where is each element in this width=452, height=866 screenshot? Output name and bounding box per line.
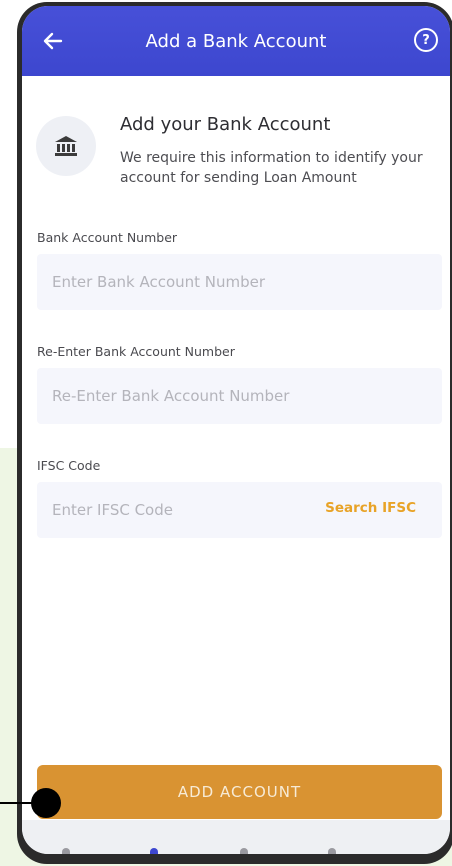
reenter-account-number-label: Re-Enter Bank Account Number [37,344,235,359]
intro-section: Add your Bank Account We require this in… [36,106,446,216]
reenter-account-number-field[interactable] [37,368,442,424]
account-number-field[interactable] [37,254,442,310]
system-nav-bar [22,820,450,854]
help-circle-icon[interactable]: ? [414,28,438,52]
nav-indicator [240,848,248,854]
phone-frame: Add a Bank Account ? Add your Bank Accou… [17,2,452,864]
app-bar: Add a Bank Account ? [22,6,450,76]
ifsc-input[interactable] [52,501,312,519]
page-title: Add a Bank Account [145,30,327,52]
nav-indicator-active [150,848,158,854]
intro-title: Add your Bank Account [120,114,331,135]
nav-indicator [328,848,336,854]
account-number-input[interactable] [52,273,442,291]
account-number-label: Bank Account Number [37,230,178,245]
add-account-button[interactable]: ADD ACCOUNT [37,765,442,819]
ifsc-label: IFSC Code [37,458,101,473]
stage: Add a Bank Account ? Add your Bank Accou… [0,0,452,866]
ifsc-field[interactable]: Search IFSC [37,482,442,538]
search-ifsc-link[interactable]: Search IFSC [325,500,416,516]
intro-description: We require this information to identify … [120,150,423,186]
pointer-marker [31,788,61,818]
arrow-left-icon[interactable] [40,28,66,54]
nav-indicator [62,848,70,854]
reenter-account-number-input[interactable] [52,387,442,405]
bank-icon [36,116,96,176]
app-screen: Add a Bank Account ? Add your Bank Accou… [22,6,450,854]
